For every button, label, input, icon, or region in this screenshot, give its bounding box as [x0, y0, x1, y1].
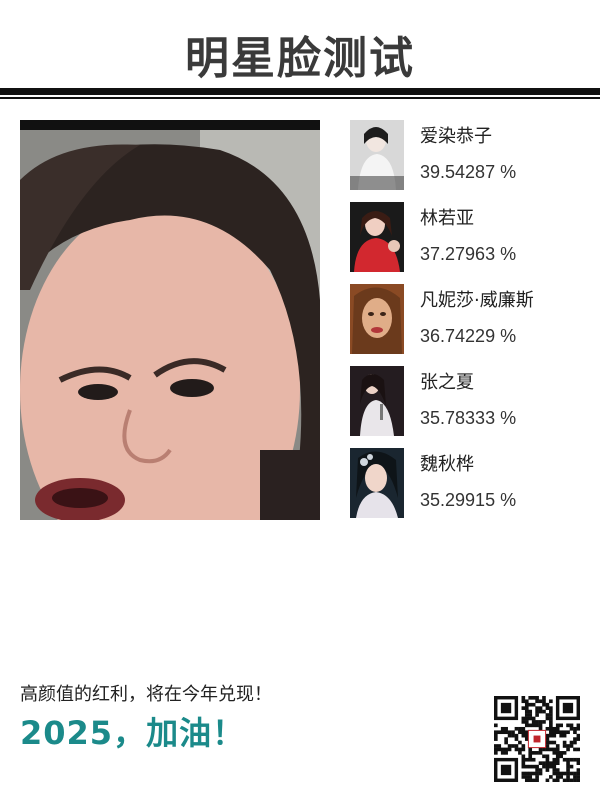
similarity-score: 39.54287 % — [420, 162, 517, 182]
page-title: 明星脸测试 — [185, 33, 415, 84]
result-item[interactable]: 凡妮莎·威廉斯 36.74229 % — [350, 284, 590, 356]
celebrity-thumbnail — [350, 202, 404, 272]
similarity-score: 35.78333 % — [420, 408, 517, 428]
result-item[interactable]: 张之夏 35.78333 % — [350, 366, 590, 438]
title-divider-thick — [0, 88, 600, 95]
result-item[interactable]: 魏秋桦 35.29915 % — [350, 448, 590, 520]
celebrity-thumbnail — [350, 448, 404, 518]
celebrity-thumbnail — [350, 284, 404, 354]
similarity-score: 35.29915 % — [420, 490, 517, 510]
celebrity-name: 凡妮莎·威廉斯 — [420, 290, 534, 311]
celebrity-thumbnail — [350, 120, 404, 190]
title-divider-thin — [0, 97, 600, 99]
result-item[interactable]: 林若亚 37.27963 % — [350, 202, 590, 274]
result-item[interactable]: 爱染恭子 39.54287 % — [350, 120, 590, 192]
celebrity-name: 张之夏 — [420, 372, 474, 393]
celebrity-thumbnail — [350, 366, 404, 436]
celebrity-name: 爱染恭子 — [420, 126, 492, 147]
qr-code[interactable] — [494, 696, 581, 783]
similarity-score: 37.27963 % — [420, 244, 517, 264]
celebrity-name: 魏秋桦 — [420, 454, 474, 475]
similarity-score: 36.74229 % — [420, 326, 517, 346]
celebrity-name: 林若亚 — [420, 208, 474, 229]
slogan-text: 高颜值的红利，将在今年兑现！ — [20, 684, 272, 705]
motto-text: 2025，加油！ — [20, 714, 246, 752]
uploaded-face-photo — [20, 120, 320, 520]
